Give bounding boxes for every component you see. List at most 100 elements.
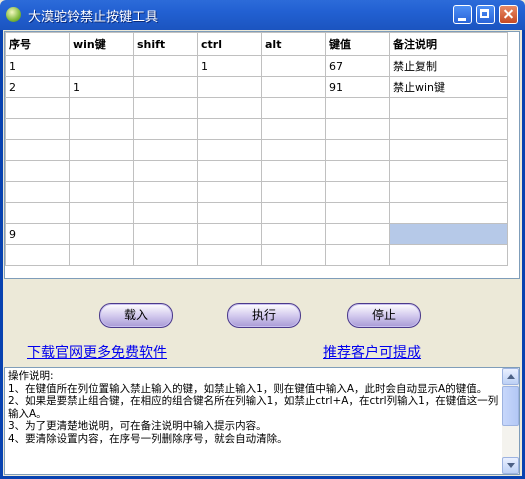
table-cell[interactable] <box>261 76 326 98</box>
column-header-shift[interactable]: shift <box>133 32 198 56</box>
table-cell[interactable] <box>5 139 70 161</box>
table-cell[interactable]: 9 <box>5 223 70 245</box>
table-cell[interactable] <box>389 97 508 119</box>
execute-button[interactable]: 执行 <box>227 303 301 328</box>
table-cell[interactable]: 2 <box>5 76 70 98</box>
table-cell[interactable] <box>5 244 70 266</box>
table-cell[interactable] <box>5 202 70 224</box>
column-header-index[interactable]: 序号 <box>5 32 70 56</box>
app-icon <box>6 7 21 22</box>
close-button[interactable] <box>499 5 518 24</box>
table-cell[interactable] <box>197 181 262 203</box>
table-cell[interactable] <box>133 55 198 77</box>
scroll-down-icon[interactable] <box>502 457 519 474</box>
table-cell[interactable] <box>389 202 508 224</box>
table-cell[interactable] <box>389 181 508 203</box>
table-cell[interactable] <box>261 55 326 77</box>
table-cell[interactable] <box>133 97 198 119</box>
column-header-win[interactable]: win键 <box>69 32 134 56</box>
table-cell[interactable] <box>69 202 134 224</box>
key-grid: 序号 win键 shift ctrl alt 键值 备注说明 1 1 67 禁止… <box>4 31 520 279</box>
table-cell[interactable] <box>69 181 134 203</box>
column-header-keycode[interactable]: 键值 <box>325 32 390 56</box>
table-cell[interactable] <box>325 202 390 224</box>
table-cell[interactable] <box>389 118 508 140</box>
table-header-row: 序号 win键 shift ctrl alt 键值 备注说明 <box>5 32 508 56</box>
table-cell[interactable] <box>69 223 134 245</box>
table-cell[interactable] <box>325 118 390 140</box>
scroll-up-icon[interactable] <box>502 368 519 385</box>
table-cell[interactable] <box>261 139 326 161</box>
table-cell[interactable] <box>69 118 134 140</box>
table-cell[interactable] <box>261 97 326 119</box>
column-header-ctrl[interactable]: ctrl <box>197 32 262 56</box>
table-cell[interactable] <box>389 244 508 266</box>
table-cell[interactable]: 1 <box>5 55 70 77</box>
table-cell[interactable] <box>5 181 70 203</box>
table-cell[interactable] <box>133 202 198 224</box>
table-cell[interactable] <box>325 244 390 266</box>
table-cell[interactable]: 67 <box>325 55 390 77</box>
table-cell[interactable]: 1 <box>69 76 134 98</box>
table-cell[interactable] <box>197 139 262 161</box>
table-cell[interactable]: 禁止复制 <box>389 55 508 77</box>
minimize-button[interactable] <box>453 5 472 24</box>
table-cell[interactable] <box>133 76 198 98</box>
table-cell[interactable] <box>69 55 134 77</box>
table-cell[interactable] <box>325 139 390 161</box>
table-cell[interactable] <box>133 244 198 266</box>
table-cell[interactable] <box>69 97 134 119</box>
table-cell[interactable] <box>197 244 262 266</box>
table-cell[interactable] <box>197 223 262 245</box>
table-cell[interactable] <box>133 139 198 161</box>
table-row <box>5 139 508 161</box>
table-cell[interactable] <box>197 118 262 140</box>
table-cell[interactable] <box>325 223 390 245</box>
window-title: 大漠驼铃禁止按键工具 <box>28 10 159 25</box>
selected-cell[interactable] <box>389 223 508 245</box>
table-cell[interactable] <box>197 76 262 98</box>
table-cell[interactable] <box>389 139 508 161</box>
table-row <box>5 181 508 203</box>
table-cell[interactable]: 禁止win键 <box>389 76 508 98</box>
table-cell[interactable] <box>197 97 262 119</box>
table-cell[interactable] <box>325 97 390 119</box>
recommend-link[interactable]: 推荐客户可提成 <box>323 342 421 362</box>
column-header-note[interactable]: 备注说明 <box>389 32 508 56</box>
table-row: 1 1 67 禁止复制 <box>5 55 508 77</box>
table-cell[interactable]: 1 <box>197 55 262 77</box>
scroll-thumb[interactable] <box>502 386 519 426</box>
table-cell[interactable] <box>69 244 134 266</box>
key-table: 序号 win键 shift ctrl alt 键值 备注说明 1 1 67 禁止… <box>5 32 508 266</box>
download-link[interactable]: 下载官网更多免费软件 <box>27 342 167 362</box>
table-cell[interactable] <box>261 223 326 245</box>
table-cell[interactable] <box>133 181 198 203</box>
table-cell[interactable] <box>133 223 198 245</box>
table-cell[interactable] <box>133 118 198 140</box>
maximize-button[interactable] <box>476 5 495 24</box>
table-cell[interactable] <box>261 118 326 140</box>
table-cell[interactable] <box>389 160 508 182</box>
table-cell[interactable] <box>325 160 390 182</box>
table-row <box>5 244 508 266</box>
table-cell[interactable] <box>261 244 326 266</box>
table-cell[interactable] <box>69 160 134 182</box>
table-cell[interactable] <box>197 160 262 182</box>
table-cell[interactable] <box>197 202 262 224</box>
vertical-scrollbar[interactable] <box>502 368 519 474</box>
table-cell[interactable] <box>261 181 326 203</box>
help-textbox[interactable]: 操作说明: 1、在键值所在列位置输入禁止输入的键，如禁止输入1，则在键值中输入A… <box>4 367 520 475</box>
column-header-alt[interactable]: alt <box>261 32 326 56</box>
table-cell[interactable]: 91 <box>325 76 390 98</box>
load-button[interactable]: 载入 <box>99 303 173 328</box>
table-cell[interactable] <box>133 160 198 182</box>
stop-button[interactable]: 停止 <box>347 303 421 328</box>
table-cell[interactable] <box>5 97 70 119</box>
table-cell[interactable] <box>5 160 70 182</box>
table-cell[interactable] <box>325 181 390 203</box>
table-cell[interactable] <box>261 160 326 182</box>
title-bar[interactable]: 大漠驼铃禁止按键工具 <box>0 0 525 30</box>
table-cell[interactable] <box>5 118 70 140</box>
table-cell[interactable] <box>261 202 326 224</box>
table-cell[interactable] <box>69 139 134 161</box>
